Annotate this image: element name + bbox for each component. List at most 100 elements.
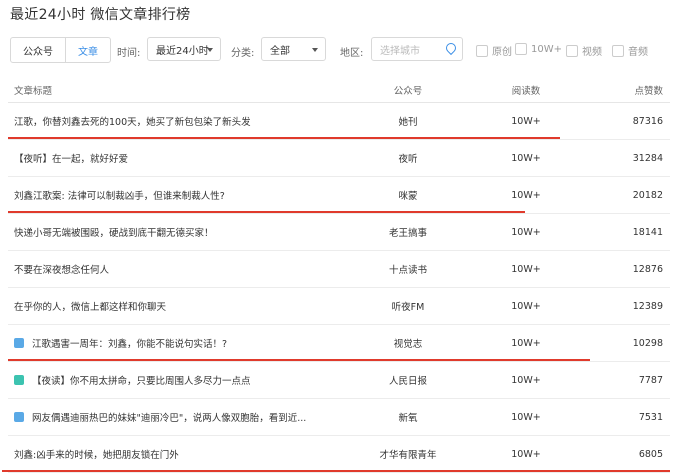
article-title: 江歌，你替刘鑫去死的100天，她买了新包包染了新头发 (14, 117, 251, 128)
checkbox-icon (612, 44, 624, 57)
article-title-cell[interactable]: 刘鑫:凶手来的时候，她把朋友锁在门外 (14, 436, 179, 472)
account-cell[interactable]: 她刊 (368, 103, 448, 139)
time-label: 时间: (117, 48, 141, 59)
article-title: 刘鑫江歌案: 法律可以制裁凶手，但谁来制裁人性? (14, 191, 225, 202)
likes-cell: 18141 (632, 226, 663, 238)
chevron-down-icon (312, 48, 318, 52)
table-header: 文章标题 公众号 阅读数 点赞数 (8, 78, 670, 103)
account-cell[interactable]: 听夜FM (368, 288, 448, 324)
red-annotation-underline (2, 470, 670, 472)
article-title: 快递小哥无端被围殴，硬战到底干翻无德买家！ (14, 228, 214, 239)
audio-checkbox[interactable]: 音频 (612, 43, 648, 58)
reads-cell: 10W+ (511, 374, 541, 386)
article-title-cell[interactable]: 【夜读】你不用太拼命，只要比周围人多尽力一点点 (14, 362, 251, 398)
10w-checkbox[interactable]: 10W+ (515, 43, 562, 55)
likes-cell: 12389 (632, 300, 663, 312)
article-title: 江歌遇害一周年：刘鑫，你能不能说句实话！? (32, 339, 228, 350)
account-cell[interactable]: 老王搞事 (368, 214, 448, 250)
city-placeholder: 选择城市 (380, 45, 420, 57)
reads-cell: 10W+ (511, 263, 541, 275)
reads-cell: 10W+ (511, 411, 541, 423)
likes-cell: 87316 (632, 115, 663, 127)
article-title-cell[interactable]: 快递小哥无端被围殴，硬战到底干翻无德买家！ (14, 214, 214, 250)
category-label: 分类: (231, 48, 255, 59)
location-pin-icon (443, 40, 459, 56)
page-title: 最近24小时 微信文章排行榜 (10, 7, 191, 23)
category-select[interactable]: 全部 (261, 37, 326, 61)
reads-cell: 10W+ (511, 337, 541, 349)
article-title-cell[interactable]: 不要在深夜想念任何人 (14, 251, 109, 287)
reads-cell: 10W+ (511, 115, 541, 127)
red-annotation-underline (8, 137, 560, 139)
header-title: 文章标题 (14, 86, 53, 97)
reads-cell: 10W+ (511, 448, 541, 460)
table-row[interactable]: 江歌，你替刘鑫去死的100天，她买了新包包染了新头发 她刊 10W+ 87316 (8, 103, 670, 140)
time-select[interactable]: 最近24小时 (147, 37, 221, 61)
header-likes[interactable]: 点赞数 (588, 78, 663, 102)
chevron-down-icon (207, 48, 213, 52)
checkbox-icon (476, 44, 488, 57)
article-title: 不要在深夜想念任何人 (14, 265, 110, 276)
city-select[interactable]: 选择城市 (371, 37, 463, 61)
video-checkbox[interactable]: 视频 (566, 43, 602, 58)
filter-bar: 公众号 文章 时间: 最近24小时 分类: 全部 地区: 选择城市 原创 10W… (10, 37, 670, 63)
checkbox-icon (515, 43, 527, 55)
likes-cell: 10298 (632, 337, 663, 349)
reads-cell: 10W+ (511, 226, 541, 238)
audio-checkbox-label: 音频 (628, 47, 648, 58)
type-toggle: 公众号 文章 (10, 37, 111, 63)
article-title: 在乎你的人，微信上都这样和你聊天 (14, 302, 167, 313)
type-option-article[interactable]: 文章 (65, 38, 110, 62)
article-title-cell[interactable]: 江歌遇害一周年：刘鑫，你能不能说句实话！? (14, 325, 227, 361)
table-row[interactable]: 快递小哥无端被围殴，硬战到底干翻无德买家！ 老王搞事 10W+ 18141 (8, 214, 670, 251)
ranking-table: 文章标题 公众号 阅读数 点赞数 江歌，你替刘鑫去死的100天，她买了新包包染了… (2, 78, 670, 473)
likes-cell: 7531 (638, 411, 663, 423)
likes-cell: 6805 (638, 448, 663, 460)
account-cell[interactable]: 夜听 (368, 140, 448, 176)
article-title: 刘鑫:凶手来的时候，她把朋友锁在门外 (14, 450, 179, 461)
account-cell[interactable]: 新氧 (368, 399, 448, 435)
likes-cell: 7787 (638, 374, 663, 386)
article-title: 【夜读】你不用太拼命，只要比周围人多尽力一点点 (32, 376, 251, 387)
table-row[interactable]: 【夜听】在一起，就好好爱 夜听 10W+ 31284 (8, 140, 670, 177)
table-body: 江歌，你替刘鑫去死的100天，她买了新包包染了新头发 她刊 10W+ 87316 【夜听… (2, 103, 670, 473)
category-select-value: 全部 (270, 45, 290, 57)
header-account: 公众号 (393, 86, 423, 97)
account-cell[interactable]: 咪蒙 (368, 177, 448, 213)
table-row[interactable]: 江歌遇害一周年：刘鑫，你能不能说句实话！? 视觉志 10W+ 10298 (8, 325, 670, 362)
reads-cell: 10W+ (511, 189, 541, 201)
10w-checkbox-label: 10W+ (531, 43, 562, 55)
article-title-cell[interactable]: 刘鑫江歌案: 法律可以制裁凶手，但谁来制裁人性? (14, 177, 225, 213)
header-reads[interactable]: 阅读数 (486, 78, 566, 102)
table-row[interactable]: 刘鑫:凶手来的时候，她把朋友锁在门外 才华有限青年 10W+ 6805 (2, 436, 670, 473)
account-cell[interactable]: 才华有限青年 (368, 436, 448, 472)
account-cell[interactable]: 视觉志 (368, 325, 448, 361)
video-icon (14, 412, 24, 422)
likes-cell: 20182 (632, 189, 663, 201)
account-cell[interactable]: 十点读书 (368, 251, 448, 287)
likes-cell: 31284 (632, 152, 663, 164)
type-option-account[interactable]: 公众号 (11, 38, 65, 62)
article-title: 【夜听】在一起，就好好爱 (14, 154, 129, 165)
red-annotation-underline (8, 359, 590, 361)
article-title-cell[interactable]: 在乎你的人，微信上都这样和你聊天 (14, 288, 166, 324)
region-label: 地区: (340, 48, 364, 59)
table-row[interactable]: 刘鑫江歌案: 法律可以制裁凶手，但谁来制裁人性? 咪蒙 10W+ 20182 (8, 177, 670, 214)
article-title-cell[interactable]: 【夜听】在一起，就好好爱 (14, 140, 128, 176)
article-title-cell[interactable]: 江歌，你替刘鑫去死的100天，她买了新包包染了新头发 (14, 103, 251, 139)
table-row[interactable]: 在乎你的人，微信上都这样和你聊天 听夜FM 10W+ 12389 (8, 288, 670, 325)
table-row[interactable]: 【夜读】你不用太拼命，只要比周围人多尽力一点点 人民日报 10W+ 7787 (8, 362, 670, 399)
reads-cell: 10W+ (511, 152, 541, 164)
original-checkbox[interactable]: 原创 (476, 43, 512, 58)
table-row[interactable]: 网友偶遇迪丽热巴的妹妹"迪丽冷巴"，说两人像双胞胎，看到近... 新氧 10W+ 75… (8, 399, 670, 436)
video-checkbox-label: 视频 (582, 47, 602, 58)
article-title: 网友偶遇迪丽热巴的妹妹"迪丽冷巴"，说两人像双胞胎，看到近... (32, 413, 307, 424)
article-title-cell[interactable]: 网友偶遇迪丽热巴的妹妹"迪丽冷巴"，说两人像双胞胎，看到近... (14, 399, 306, 435)
time-select-value: 最近24小时 (156, 45, 209, 57)
red-annotation-underline (8, 211, 525, 213)
likes-cell: 12876 (632, 263, 663, 275)
audio-icon (14, 375, 24, 385)
account-cell[interactable]: 人民日报 (368, 362, 448, 398)
table-row[interactable]: 不要在深夜想念任何人 十点读书 10W+ 12876 (8, 251, 670, 288)
reads-cell: 10W+ (511, 300, 541, 312)
